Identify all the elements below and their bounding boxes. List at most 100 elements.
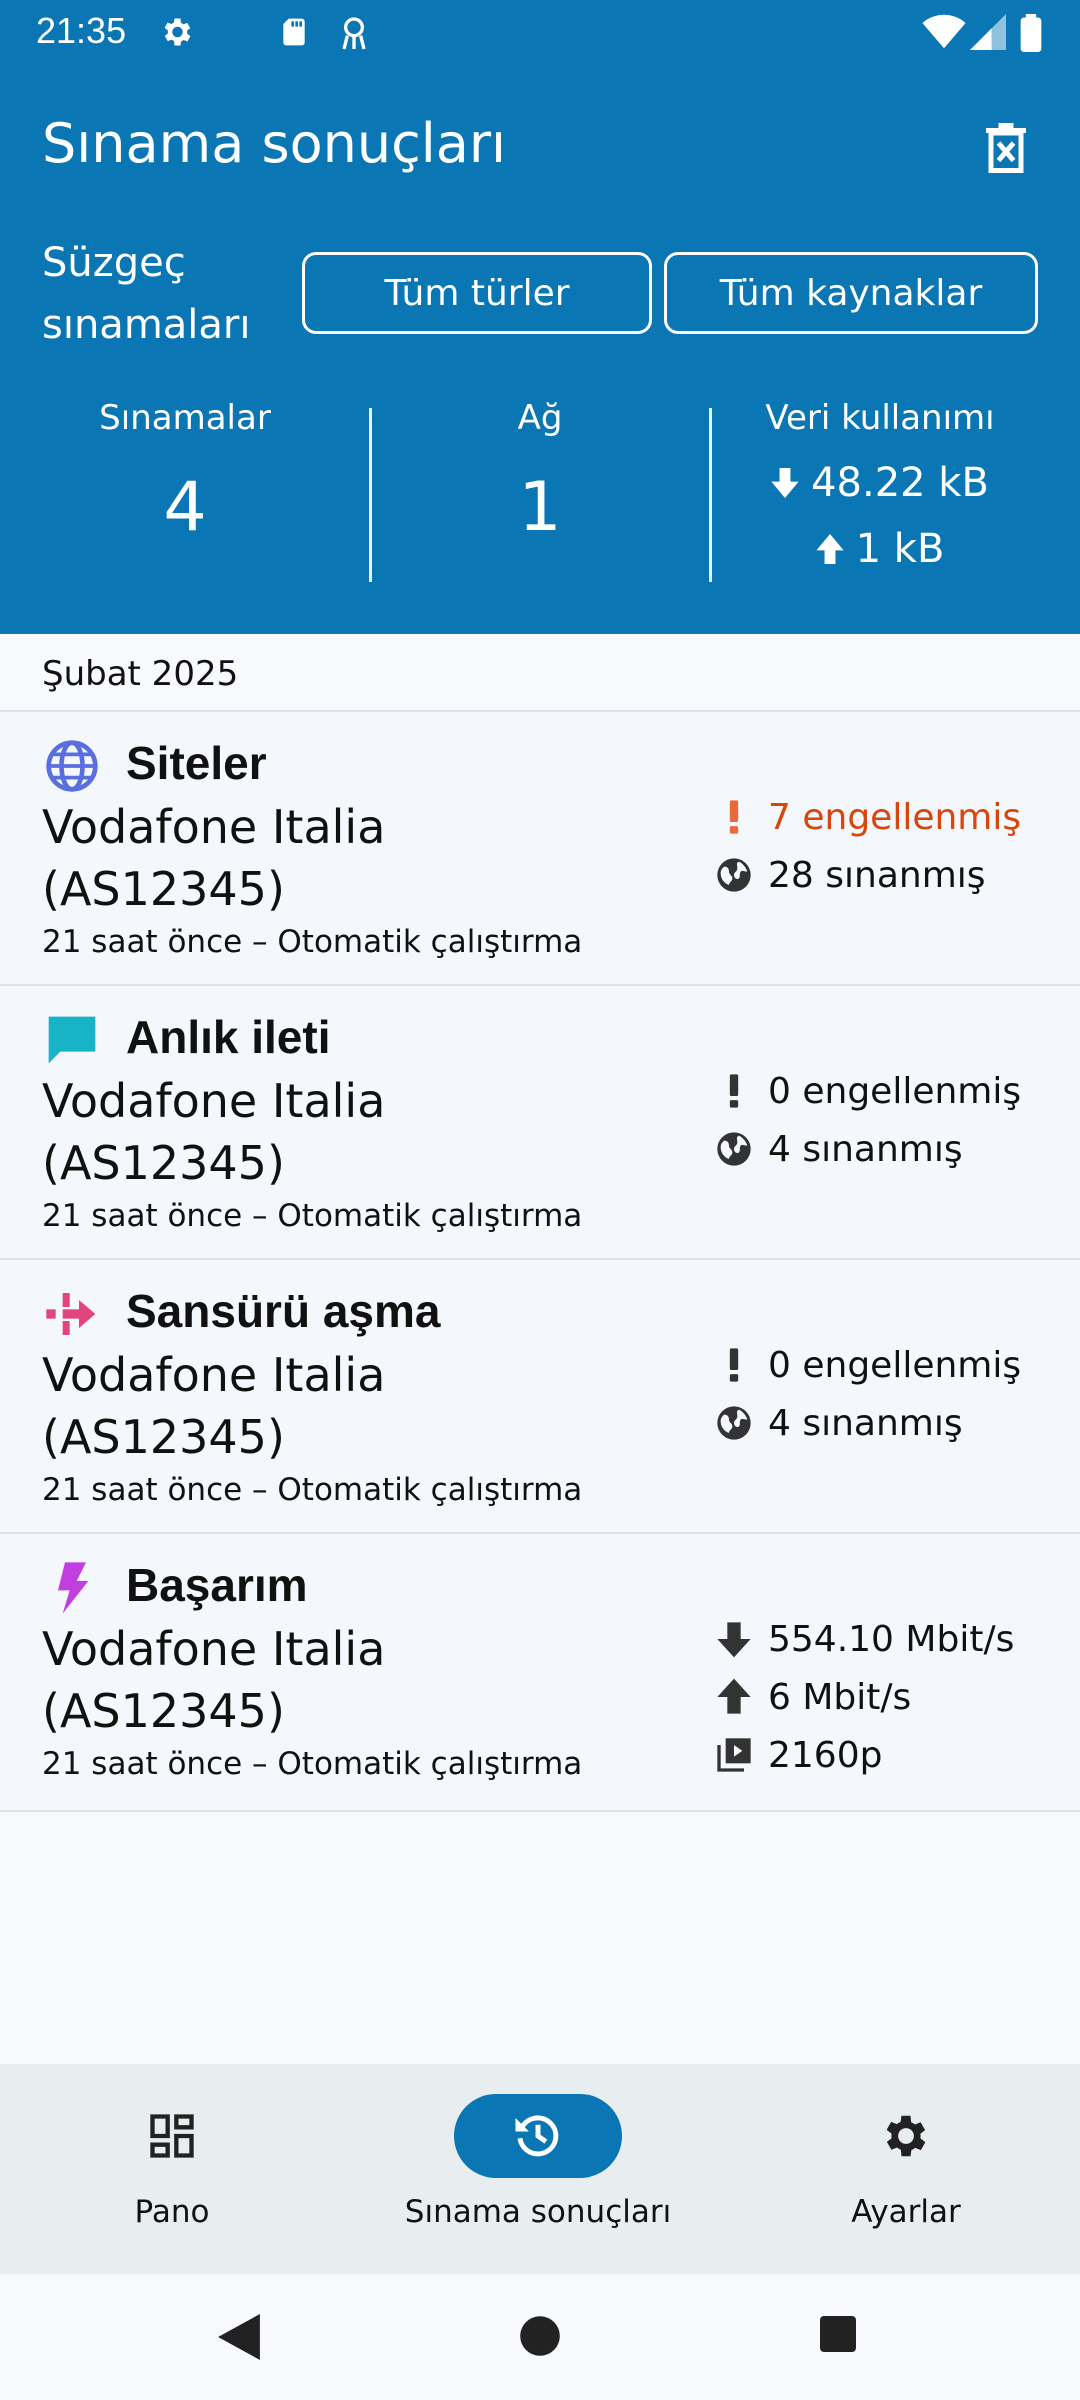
card-title: Sansürü aşma (126, 1285, 441, 1337)
card-stats: 7 engellenmiş 28 sınanmış (714, 788, 1021, 904)
ooni-status-icon (334, 14, 374, 59)
tested-count: 4 sınanmış (768, 1402, 963, 1444)
card-network: Vodafone Italia (AS12345) (42, 1618, 662, 1742)
tested-stat: 28 sınanmış (714, 846, 1021, 904)
nav-dashboard-label: Pano (134, 2194, 210, 2230)
battery-icon (1020, 14, 1042, 57)
nav-results[interactable]: Sınama sonuçları (398, 2094, 678, 2230)
result-card-websites[interactable]: Siteler Vodafone Italia (AS12345) 21 saa… (0, 712, 1080, 986)
month-header: Şubat 2025 (0, 634, 1080, 712)
bottom-navigation: Pano Sınama sonuçları Ayarlar (0, 2064, 1080, 2274)
card-time: 21 saat önce – Otomatik çalıştırma (42, 924, 583, 960)
sd-card-icon (278, 14, 310, 55)
card-title: Siteler (126, 737, 267, 789)
tested-stat: 4 sınanmış (714, 1120, 1021, 1178)
system-recents-button[interactable] (818, 2314, 858, 2359)
nav-settings-label: Ayarlar (851, 2194, 961, 2230)
upload-arrow-icon (815, 534, 844, 564)
delete-icon (986, 123, 1026, 173)
month-label: Şubat 2025 (42, 654, 239, 694)
earth-icon (717, 1132, 751, 1166)
result-card-instant-messaging[interactable]: Anlık ileti Vodafone Italia (AS12345) 21… (0, 986, 1080, 1260)
card-time: 21 saat önce – Otomatik çalıştırma (42, 1472, 583, 1508)
blocked-count: 0 engellenmiş (768, 1070, 1022, 1112)
blocked-stat: 7 engellenmiş (714, 788, 1021, 846)
upload-speed: 6 Mbit/s (768, 1676, 912, 1718)
card-stats: 554.10 Mbit/s 6 Mbit/s 2160p (714, 1610, 1014, 1784)
home-circle-icon (520, 2316, 560, 2356)
status-bar: 21:35 (0, 0, 1080, 64)
nav-dashboard-pill (88, 2094, 256, 2178)
nav-settings-pill (822, 2094, 990, 2178)
system-home-button[interactable] (518, 2314, 562, 2363)
card-time: 21 saat önce – Otomatik çalıştırma (42, 1746, 583, 1782)
system-navigation-bar (0, 2274, 1080, 2400)
wifi-icon (922, 14, 966, 55)
exclamation-icon (729, 800, 739, 834)
upload-usage: 1 kB (710, 526, 1050, 572)
tests-count-stat: Sınamalar 4 (0, 398, 370, 547)
blocked-count: 7 engellenmiş (768, 796, 1022, 838)
network-asn: (AS12345) (42, 1684, 285, 1738)
tested-count: 28 sınanmış (768, 854, 986, 896)
settings-status-icon (158, 14, 194, 55)
network-name: Vodafone Italia (42, 800, 386, 854)
card-title: Anlık ileti (126, 1011, 331, 1063)
card-network: Vodafone Italia (AS12345) (42, 1344, 662, 1468)
download-speed: 554.10 Mbit/s (768, 1618, 1015, 1660)
download-arrow-icon (771, 468, 799, 498)
filter-label-line1: Süzgeç (42, 240, 186, 286)
tested-count: 4 sınanmış (768, 1128, 963, 1170)
download-usage: 48.22 kB (710, 460, 1050, 506)
networks-label: Ağ (517, 398, 563, 438)
download-usage-value: 48.22 kB (811, 460, 989, 506)
exclamation-icon (729, 1348, 739, 1382)
blocked-count: 0 engellenmiş (768, 1344, 1022, 1386)
system-back-button[interactable] (218, 2314, 260, 2365)
earth-icon (717, 1406, 751, 1440)
network-name: Vodafone Italia (42, 1622, 386, 1676)
filter-label: Süzgeç sınamaları (42, 232, 250, 356)
exclamation-icon (729, 1074, 739, 1108)
upload-arrow-icon (717, 1678, 751, 1714)
network-asn: (AS12345) (42, 1410, 285, 1464)
chat-bubble-icon (48, 1016, 96, 1064)
tested-stat: 4 sınanmış (714, 1394, 1021, 1452)
filter-label-line2: sınamaları (42, 302, 251, 348)
card-title: Başarım (126, 1559, 308, 1611)
data-usage-stat: Veri kullanımı 48.22 kB 1 kB (710, 398, 1050, 572)
blocked-stat: 0 engellenmiş (714, 1336, 1021, 1394)
result-card-performance[interactable]: Başarım Vodafone Italia (AS12345) 21 saa… (0, 1534, 1080, 1812)
tests-label: Sınamalar (99, 398, 271, 438)
history-icon (515, 2115, 559, 2157)
nav-settings[interactable]: Ayarlar (806, 2094, 1006, 2230)
status-time: 21:35 (36, 10, 127, 51)
filter-type-button[interactable]: Tüm türler (302, 252, 652, 334)
nav-dashboard[interactable]: Pano (72, 2094, 272, 2230)
card-time: 21 saat önce – Otomatik çalıştırma (42, 1198, 583, 1234)
recents-square-icon (820, 2316, 856, 2352)
video-quality: 2160p (768, 1734, 883, 1776)
card-stats: 0 engellenmiş 4 sınanmış (714, 1336, 1021, 1452)
download-arrow-icon (717, 1622, 751, 1658)
lightning-icon (58, 1562, 89, 1614)
filter-source-button[interactable]: Tüm kaynaklar (664, 252, 1038, 334)
header-area: 21:35 Sınama sonuçları Süzgeç sınamaları… (0, 0, 1080, 634)
signal-icon (970, 14, 1006, 55)
network-name: Vodafone Italia (42, 1348, 386, 1402)
page-title: Sınama sonuçları (42, 112, 507, 175)
card-network: Vodafone Italia (AS12345) (42, 1070, 662, 1194)
networks-value: 1 (518, 468, 562, 547)
blocked-stat: 0 engellenmiş (714, 1062, 1021, 1120)
network-name: Vodafone Italia (42, 1074, 386, 1128)
nav-results-label: Sınama sonuçları (404, 2194, 672, 2230)
data-usage-label: Veri kullanımı (765, 398, 995, 438)
card-network: Vodafone Italia (AS12345) (42, 796, 662, 920)
earth-icon (717, 858, 751, 892)
gear-icon (886, 2115, 926, 2157)
video-library-icon (717, 1738, 751, 1772)
result-card-circumvention[interactable]: Sansürü aşma Vodafone Italia (AS12345) 2… (0, 1260, 1080, 1534)
circumvention-icon (46, 1293, 96, 1335)
delete-all-button[interactable] (976, 118, 1036, 178)
back-triangle-icon (218, 2314, 260, 2360)
